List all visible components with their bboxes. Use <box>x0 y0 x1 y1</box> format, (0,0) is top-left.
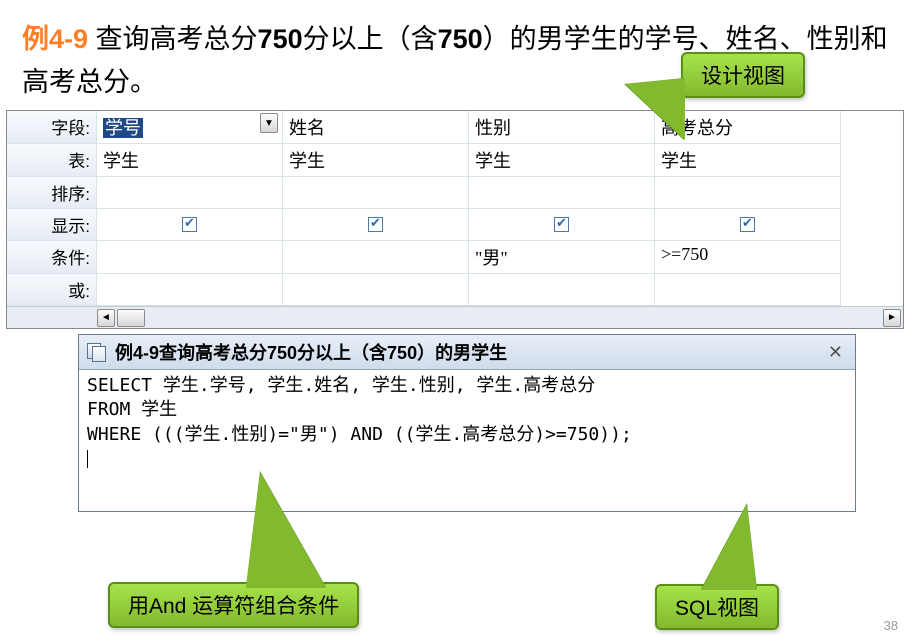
dropdown-icon[interactable]: ▼ <box>260 113 278 133</box>
or-cell-col2[interactable] <box>469 274 655 306</box>
scroll-right-icon[interactable]: ► <box>883 309 901 327</box>
query-icon <box>87 343 107 361</box>
show-cell-col2[interactable] <box>469 209 655 241</box>
sql-window-titlebar: 例4-9查询高考总分750分以上（含750）的男学生 ✕ <box>79 335 855 370</box>
row-label-sort: 排序: <box>7 177 97 209</box>
page-number: 38 <box>884 618 898 633</box>
criteria-cell-col0[interactable] <box>97 241 283 274</box>
criteria-cell-col2[interactable]: "男" <box>469 241 655 274</box>
sort-cell-col2[interactable] <box>469 177 655 209</box>
callout-sql-view: SQL视图 <box>655 584 779 630</box>
row-label-table: 表: <box>7 144 97 177</box>
sql-view-window: 例4-9查询高考总分750分以上（含750）的男学生 ✕ SELECT 学生.学… <box>78 334 856 512</box>
field-cell-col0[interactable]: 学号▼ <box>97 111 283 144</box>
criteria-cell-col1[interactable] <box>283 241 469 274</box>
checkbox-icon[interactable] <box>182 217 197 232</box>
sort-cell-col0[interactable] <box>97 177 283 209</box>
or-cell-col1[interactable] <box>283 274 469 306</box>
query-design-grid: 字段: 学号▼ 姓名 性别 高考总分 表: 学生 学生 学生 学生 排序: 显示… <box>6 110 904 329</box>
scroll-thumb[interactable] <box>117 309 145 327</box>
callout-pointer <box>701 504 757 590</box>
criteria-cell-col3[interactable]: >=750 <box>655 241 841 274</box>
callout-design-view: 设计视图 <box>681 52 805 98</box>
callout-pointer <box>625 78 685 140</box>
table-cell-col2[interactable]: 学生 <box>469 144 655 177</box>
sql-text-area[interactable]: SELECT 学生.学号, 学生.姓名, 学生.性别, 学生.高考总分 FROM… <box>79 370 855 511</box>
close-icon[interactable]: ✕ <box>824 342 847 363</box>
checkbox-icon[interactable] <box>368 217 383 232</box>
sort-cell-col1[interactable] <box>283 177 469 209</box>
or-cell-col0[interactable] <box>97 274 283 306</box>
checkbox-icon[interactable] <box>740 217 755 232</box>
show-cell-col3[interactable] <box>655 209 841 241</box>
example-label: 例 <box>22 24 49 54</box>
row-label-field: 字段: <box>7 111 97 144</box>
show-cell-col0[interactable] <box>97 209 283 241</box>
text-cursor <box>87 450 88 468</box>
callout-pointer <box>246 472 326 588</box>
show-cell-col1[interactable] <box>283 209 469 241</box>
row-label-show: 显示: <box>7 209 97 241</box>
checkbox-icon[interactable] <box>554 217 569 232</box>
horizontal-scrollbar[interactable]: ◄ ► <box>7 306 903 328</box>
row-label-or: 或: <box>7 274 97 306</box>
scroll-left-icon[interactable]: ◄ <box>97 309 115 327</box>
example-number: 4-9 <box>49 24 88 54</box>
table-cell-col0[interactable]: 学生 <box>97 144 283 177</box>
sort-cell-col3[interactable] <box>655 177 841 209</box>
sql-window-title: 例4-9查询高考总分750分以上（含750）的男学生 <box>115 339 507 365</box>
row-label-criteria: 条件: <box>7 241 97 274</box>
field-cell-col1[interactable]: 姓名 <box>283 111 469 144</box>
or-cell-col3[interactable] <box>655 274 841 306</box>
table-cell-col1[interactable]: 学生 <box>283 144 469 177</box>
callout-and-operator: 用And 运算符组合条件 <box>108 582 359 628</box>
table-cell-col3[interactable]: 学生 <box>655 144 841 177</box>
